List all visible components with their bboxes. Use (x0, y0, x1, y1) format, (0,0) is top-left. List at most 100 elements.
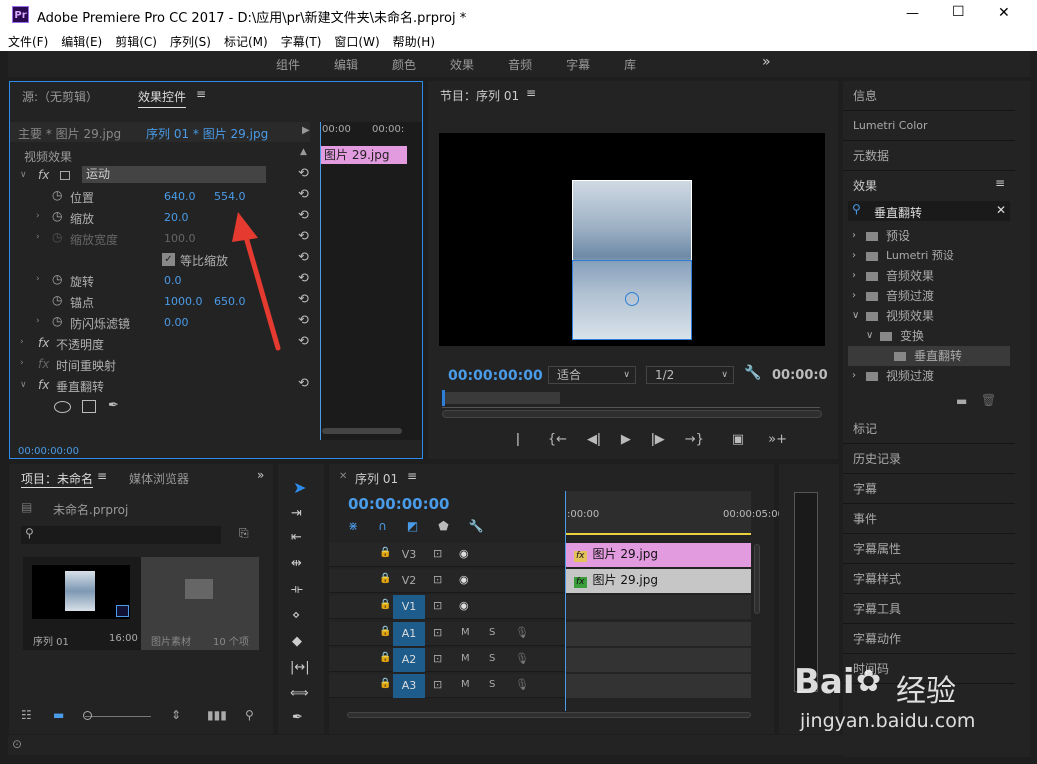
selection-tool-icon[interactable]: ➤ (293, 478, 306, 497)
close-sequence-icon[interactable]: ✕ (339, 471, 347, 482)
play-icon[interactable]: ▶ (621, 432, 631, 447)
export-frame-icon[interactable]: ▣ (732, 432, 744, 447)
expand-open-icon[interactable]: ∨ (20, 380, 27, 390)
workspace-titles[interactable]: 字幕 (566, 58, 590, 72)
history-panel-tab[interactable]: 历史记录 (843, 444, 1015, 474)
program-menu-icon[interactable]: ≡ (526, 86, 536, 100)
reset-icon[interactable]: ⟲ (298, 292, 309, 307)
workspace-color[interactable]: 颜色 (392, 58, 416, 72)
anchor-x-value[interactable]: 1000.0 (164, 295, 203, 308)
stopwatch-icon[interactable]: ◷ (52, 314, 62, 328)
menu-window[interactable]: 窗口(W) (326, 30, 384, 50)
sync-lock-icon[interactable]: ⊡ (433, 626, 442, 639)
title-tools-tab[interactable]: 字幕工具 (843, 594, 1015, 624)
menu-clip[interactable]: 剪辑(C) (107, 30, 162, 50)
collapse-up-icon[interactable]: ▲ (300, 147, 307, 157)
pen-mask-icon[interactable]: ✒ (108, 398, 119, 413)
track-lane[interactable] (566, 622, 751, 646)
workspace-audio[interactable]: 音频 (508, 58, 532, 72)
flicker-value[interactable]: 0.00 (164, 316, 189, 329)
timeline-timecode[interactable]: 00:00:00:00 (348, 495, 450, 513)
nest-icon[interactable]: ⋇ (348, 519, 358, 533)
reset-icon[interactable]: ⟲ (298, 187, 309, 202)
menu-help[interactable]: 帮助(H) (385, 30, 440, 50)
new-bin-from-search-icon[interactable]: ⎘ (239, 526, 249, 541)
eye-icon[interactable]: ◉ (459, 547, 469, 560)
reset-icon[interactable]: ⟲ (298, 229, 309, 244)
wrench-icon[interactable]: 🔧 (744, 365, 761, 381)
uniform-scale-checkbox[interactable]: ✓ (162, 253, 175, 266)
effects-tree-item[interactable]: › Lumetri 预设 (848, 246, 1010, 266)
solo-button[interactable]: S (489, 653, 495, 664)
fx-badge-icon[interactable]: fx (38, 168, 49, 182)
chevron-right-icon[interactable]: › (852, 286, 856, 306)
track-target[interactable]: V1 (393, 595, 425, 619)
reset-icon[interactable]: ⟲ (298, 376, 309, 391)
video-track-header[interactable]: 🔒 V1 ⊡ ◉ (329, 595, 565, 619)
chevron-down-icon[interactable]: ∨ (852, 306, 859, 326)
step-back-icon[interactable]: ◀ǀ (587, 432, 601, 447)
program-scrubber[interactable] (442, 390, 820, 408)
track-target[interactable]: A2 (393, 648, 425, 672)
info-panel-tab[interactable]: 信息 (843, 81, 1015, 111)
ec-timecode[interactable]: 00:00:00:00 (18, 446, 79, 457)
menu-file[interactable]: 文件(F) (0, 30, 53, 50)
project-more-icon[interactable]: » (257, 468, 264, 482)
panel-menu-icon[interactable]: ≡ (196, 87, 206, 101)
pen-tool-icon[interactable]: ✒ (292, 710, 303, 725)
timeline-h-scrollbar[interactable] (347, 712, 751, 718)
track-target[interactable]: V2 (393, 569, 425, 593)
clear-search-icon[interactable]: ✕ (996, 203, 1006, 217)
automate-icon[interactable]: ▮▮▮ (207, 708, 227, 722)
linked-selection-icon[interactable]: ◩ (407, 519, 418, 533)
markers-panel-tab[interactable]: 标记 (843, 414, 1015, 444)
clip-v2[interactable]: fx 图片 29.jpg (566, 569, 751, 593)
lock-icon[interactable]: 🔒 (379, 573, 391, 584)
timeline-title[interactable]: 序列 01 (355, 470, 398, 487)
transform-box-icon[interactable] (60, 171, 70, 180)
sequence-thumbnail[interactable]: 序列 01 16:00 (23, 557, 141, 650)
effects-tree-item[interactable]: › 音频效果 (848, 266, 1010, 286)
fx-badge-icon[interactable]: fx (38, 378, 49, 392)
chevron-right-icon[interactable]: › (852, 226, 856, 246)
sort-icon[interactable]: ⇕ (171, 708, 181, 722)
eye-icon[interactable]: ◉ (459, 599, 469, 612)
project-search-input[interactable]: ⚲ (21, 526, 221, 544)
timeline-menu-icon[interactable]: ≡ (407, 469, 417, 483)
sync-lock-icon[interactable]: ⊡ (433, 547, 442, 560)
project-menu-icon[interactable]: ≡ (97, 469, 107, 483)
step-forward-icon[interactable]: ǀ▶ (651, 432, 665, 447)
stopwatch-icon[interactable]: ◷ (52, 188, 62, 202)
effect-controls-tab[interactable]: 效果控件 (138, 88, 187, 108)
lock-icon[interactable]: 🔒 (379, 547, 391, 558)
microphone-icon[interactable]: 🎙 (515, 652, 529, 665)
stopwatch-icon[interactable]: ◷ (52, 293, 62, 307)
rectangle-mask-icon[interactable] (82, 400, 96, 413)
mute-button[interactable]: M (461, 653, 470, 664)
source-tab[interactable]: 源:（无剪辑） (22, 88, 98, 105)
eye-icon[interactable]: ◉ (459, 573, 469, 586)
work-area-bar[interactable] (442, 392, 560, 404)
position-y-value[interactable]: 554.0 (214, 190, 246, 203)
lock-icon[interactable]: 🔒 (379, 599, 391, 610)
effects-tree-item[interactable]: ∨ 视频效果 (848, 306, 1010, 326)
video-canvas[interactable] (439, 133, 825, 346)
razor-tool-icon[interactable]: ⋄ (292, 608, 300, 623)
workspace-libraries[interactable]: 库 (624, 58, 636, 72)
zoom-scrollbar[interactable] (442, 410, 822, 418)
solo-button[interactable]: S (489, 627, 495, 638)
minimize-button[interactable]: — (906, 6, 919, 21)
playhead-marker[interactable] (442, 390, 445, 406)
anchor-crosshair-icon[interactable] (625, 292, 639, 306)
microphone-icon[interactable]: 🎙 (515, 626, 529, 639)
reset-icon[interactable]: ⟲ (298, 166, 309, 181)
track-select-tool-icon[interactable]: ⇥ (291, 506, 302, 521)
clip-v3[interactable]: fx 图片 29.jpg (566, 543, 751, 567)
track-target[interactable]: V3 (393, 543, 425, 567)
sync-lock-icon[interactable]: ⊡ (433, 652, 442, 665)
scale-value[interactable]: 20.0 (164, 211, 189, 224)
sync-lock-icon[interactable]: ⊡ (433, 573, 442, 586)
lock-icon[interactable]: 🔒 (379, 652, 391, 663)
resolution-dropdown[interactable]: 1/2 ∨ (646, 366, 734, 384)
track-target[interactable]: A1 (393, 622, 425, 646)
